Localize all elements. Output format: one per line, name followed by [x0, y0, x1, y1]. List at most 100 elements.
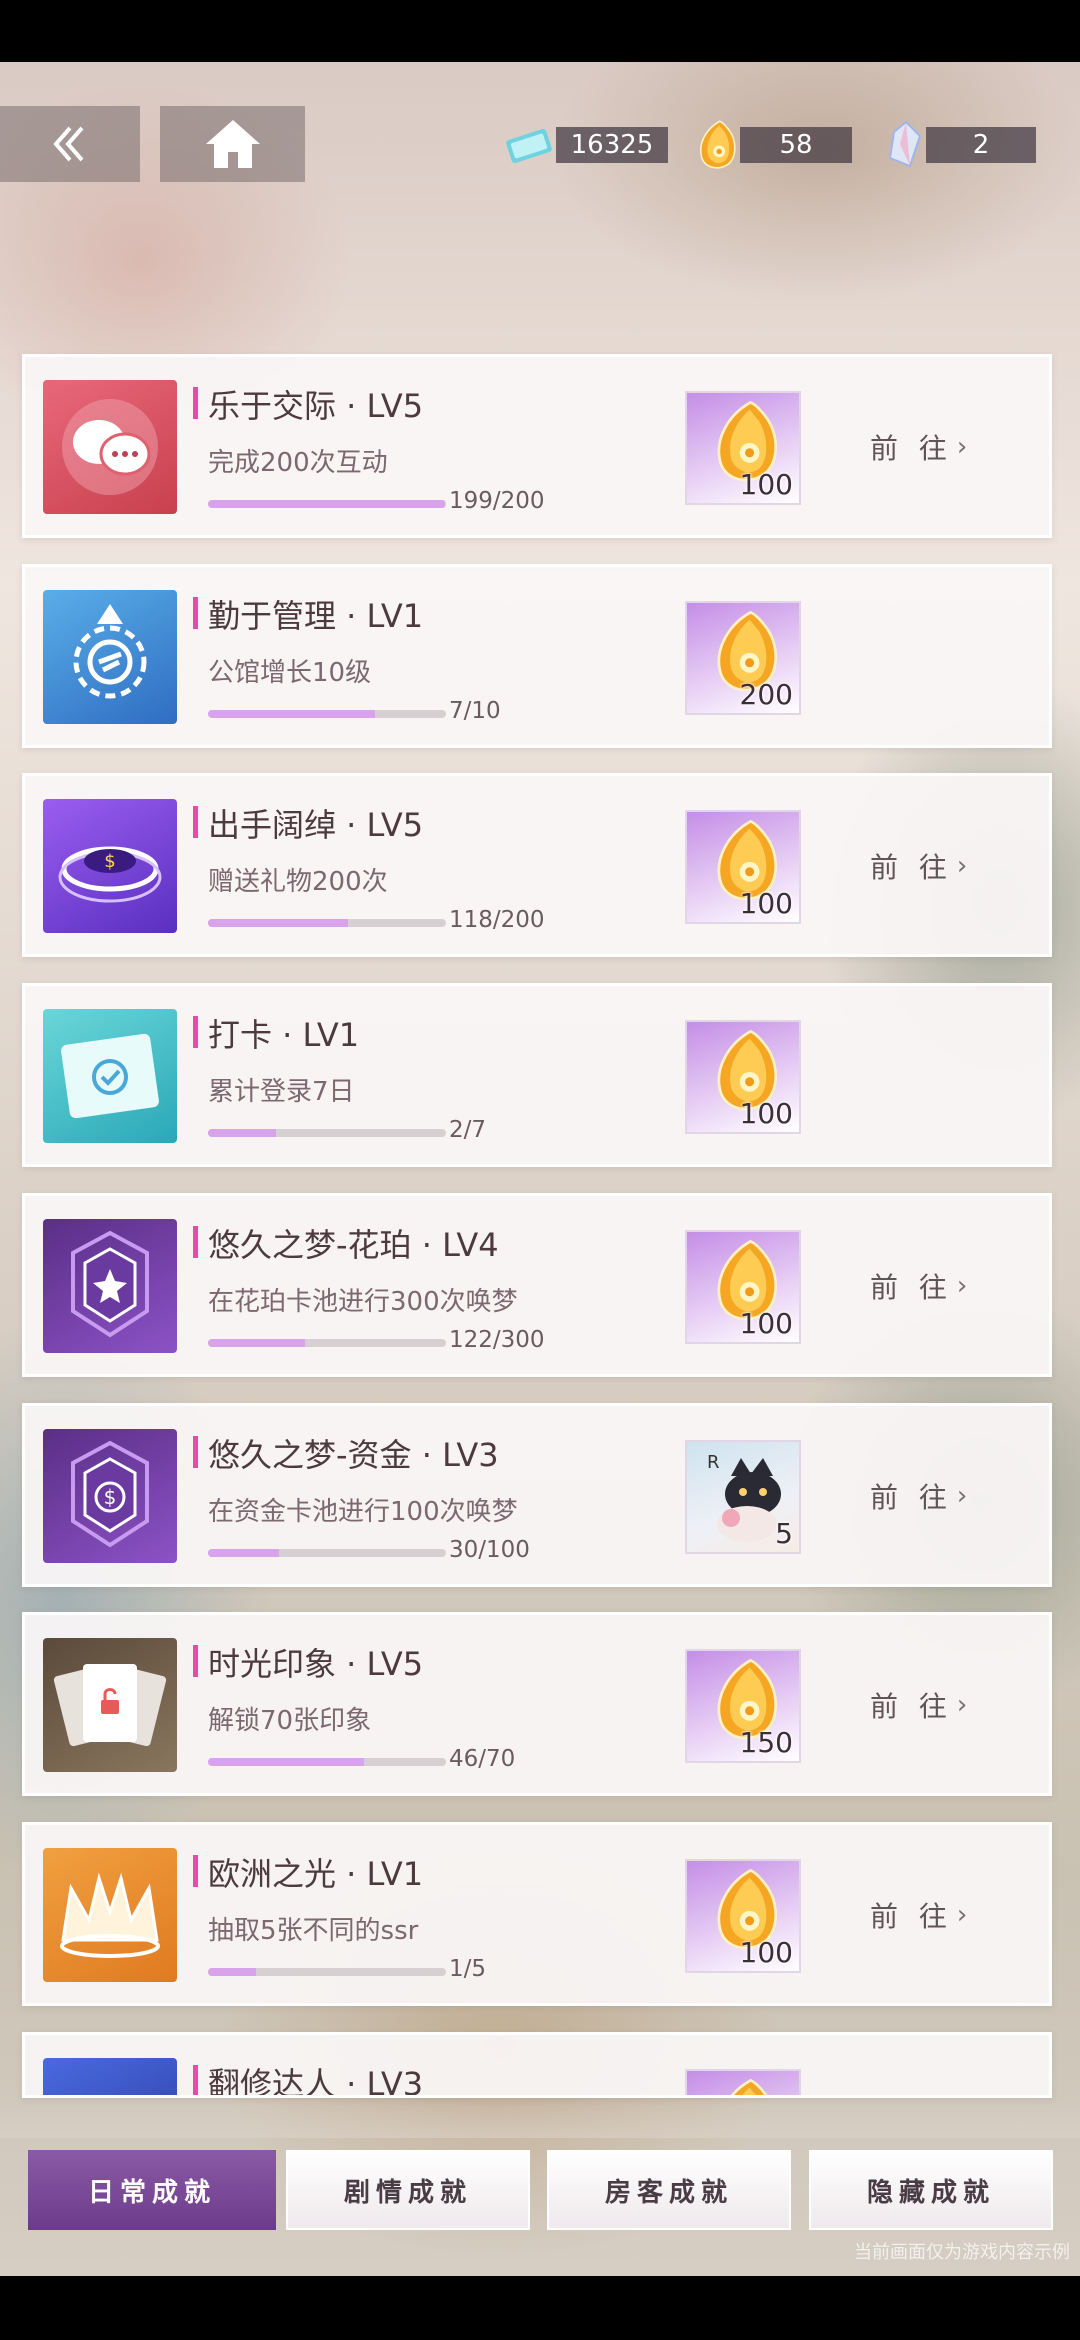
progress-bar: [208, 1758, 446, 1766]
card-stack-icon: [43, 1638, 177, 1772]
progress-fill: [208, 1758, 365, 1766]
title-accent-bar: [193, 1436, 198, 1468]
progress-fill: [208, 500, 445, 508]
amber-gem-icon: [690, 118, 744, 172]
achievement-title: 时光印象 · LV5: [208, 1645, 424, 1683]
goto-button[interactable]: 前 往 ›: [870, 1266, 967, 1306]
reward-item[interactable]: [685, 2069, 801, 2095]
goto-label: 前 往: [870, 1271, 953, 1304]
title-accent-bar: [193, 806, 198, 838]
achievement-card: 乐于交际 · LV5 完成200次互动 199/200 100 前 往 ›: [22, 354, 1052, 538]
reward-item[interactable]: 100: [685, 1230, 801, 1344]
chevron-right-icon: ›: [956, 1271, 968, 1301]
tab-story-achievements[interactable]: 剧情成就: [286, 2150, 530, 2230]
goto-label: 前 往: [870, 1690, 953, 1723]
progress-count: 2/7: [449, 1117, 487, 1143]
home-button[interactable]: [160, 106, 305, 182]
chevron-right-icon: ›: [956, 1690, 968, 1720]
progress-count: 118/200: [449, 907, 545, 933]
achievement-title: 翻修达人 · LV3: [208, 2065, 424, 2098]
tab-hidden-achievements[interactable]: 隐藏成就: [809, 2150, 1053, 2230]
achievement-description: 在花珀卡池进行300次唤梦: [208, 1287, 518, 1317]
title-accent-bar: [193, 1016, 198, 1048]
ticket-icon: [502, 118, 556, 172]
status-bar: [0, 0, 1080, 62]
title-accent-bar: [193, 597, 198, 629]
amber-gem-icon: [701, 2075, 791, 2095]
goto-label: 前 往: [870, 1481, 953, 1514]
tab-tenant-achievements[interactable]: 房客成就: [547, 2150, 791, 2230]
home-icon: [205, 120, 260, 168]
achievement-card: 翻修达人 · LV3: [22, 2032, 1052, 2098]
progress-fill: [208, 1549, 280, 1557]
chat-bubbles-icon: [43, 380, 177, 514]
achievement-title: 乐于交际 · LV5: [208, 387, 424, 425]
achievement-card: 欧洲之光 · LV1 抽取5张不同的ssr 1/5 100 前 往 ›: [22, 1822, 1052, 2006]
dollar-badge-icon: $: [43, 1429, 177, 1563]
progress-count: 46/70: [449, 1746, 516, 1772]
reward-item[interactable]: 150: [685, 1649, 801, 1763]
goto-label: 前 往: [870, 432, 953, 465]
crystal-icon: [876, 118, 930, 172]
title-accent-bar: [193, 2065, 198, 2095]
achievement-description: 解锁70张印象: [208, 1706, 372, 1736]
navigation-bar: [0, 2276, 1080, 2340]
gear-emblem-icon: [43, 590, 177, 724]
progress-count: 122/300: [449, 1327, 545, 1353]
progress-bar: [208, 710, 446, 718]
achievement-title: 悠久之梦-花珀 · LV4: [208, 1226, 499, 1264]
progress-bar: [208, 919, 446, 927]
svg-text:$: $: [104, 1485, 117, 1509]
reward-item[interactable]: 100: [685, 810, 801, 924]
achievement-title: 出手阔绰 · LV5: [208, 806, 424, 844]
disclaimer-text: 当前画面仅为游戏内容示例: [854, 2242, 1070, 2263]
reward-item[interactable]: 100: [685, 391, 801, 505]
reward-item[interactable]: 200: [685, 601, 801, 715]
hammer-icon: [43, 2058, 177, 2095]
progress-fill: [208, 1339, 305, 1347]
goto-button[interactable]: 前 往 ›: [870, 846, 967, 886]
reward-count: 150: [739, 1726, 793, 1759]
achievement-title: 欧洲之光 · LV1: [208, 1855, 424, 1893]
achievement-description: 公馆增长10级: [208, 658, 372, 688]
reward-count: 5: [775, 1517, 793, 1550]
svg-text:R: R: [707, 1452, 720, 1473]
achievement-card: 悠久之梦-花珀 · LV4 在花珀卡池进行300次唤梦 122/300 100 前 往 ›: [22, 1193, 1052, 1377]
calendar-check-icon: [43, 1009, 177, 1143]
progress-bar: [208, 1129, 446, 1137]
reward-item[interactable]: 100: [685, 1020, 801, 1134]
achievement-card: 勤于管理 · LV1 公馆增长10级 7/10 200: [22, 564, 1052, 748]
progress-fill: [208, 710, 375, 718]
progress-fill: [208, 919, 349, 927]
goto-button[interactable]: 前 往 ›: [870, 427, 967, 467]
reward-count: 100: [739, 1097, 793, 1130]
goto-button[interactable]: 前 往 ›: [870, 1685, 967, 1725]
reward-count: 100: [739, 1936, 793, 1969]
achievement-card: $ 悠久之梦-资金 · LV3 在资金卡池进行100次唤梦 30/100 R 5 前 往 ›: [22, 1403, 1052, 1587]
coin-ring-icon: $: [43, 799, 177, 933]
reward-count: 100: [739, 887, 793, 920]
chevron-right-icon: ›: [956, 851, 968, 881]
achievement-card: 打卡 · LV1 累计登录7日 2/7 100: [22, 983, 1052, 1167]
currency-amount: 16325: [556, 127, 668, 163]
reward-count: 100: [739, 468, 793, 501]
progress-bar: [208, 1339, 446, 1347]
back-button[interactable]: [0, 106, 140, 182]
progress-bar: [208, 1549, 446, 1557]
progress-fill: [208, 1129, 277, 1137]
crown-icon: [43, 1848, 177, 1982]
reward-count: 200: [739, 678, 793, 711]
goto-button[interactable]: 前 往 ›: [870, 1476, 967, 1516]
currency-amount: 2: [926, 127, 1036, 163]
goto-button[interactable]: 前 往 ›: [870, 1895, 967, 1935]
goto-label: 前 往: [870, 1900, 953, 1933]
chevron-right-icon: ›: [956, 1900, 968, 1930]
tab-daily-achievements[interactable]: 日常成就: [28, 2150, 276, 2230]
star-badge-icon: [43, 1219, 177, 1353]
goto-label: 前 往: [870, 851, 953, 884]
progress-count: 1/5: [449, 1956, 487, 1982]
progress-count: 7/10: [449, 698, 501, 724]
progress-count: 30/100: [449, 1537, 530, 1563]
reward-item[interactable]: R5: [685, 1440, 801, 1554]
reward-item[interactable]: 100: [685, 1859, 801, 1973]
